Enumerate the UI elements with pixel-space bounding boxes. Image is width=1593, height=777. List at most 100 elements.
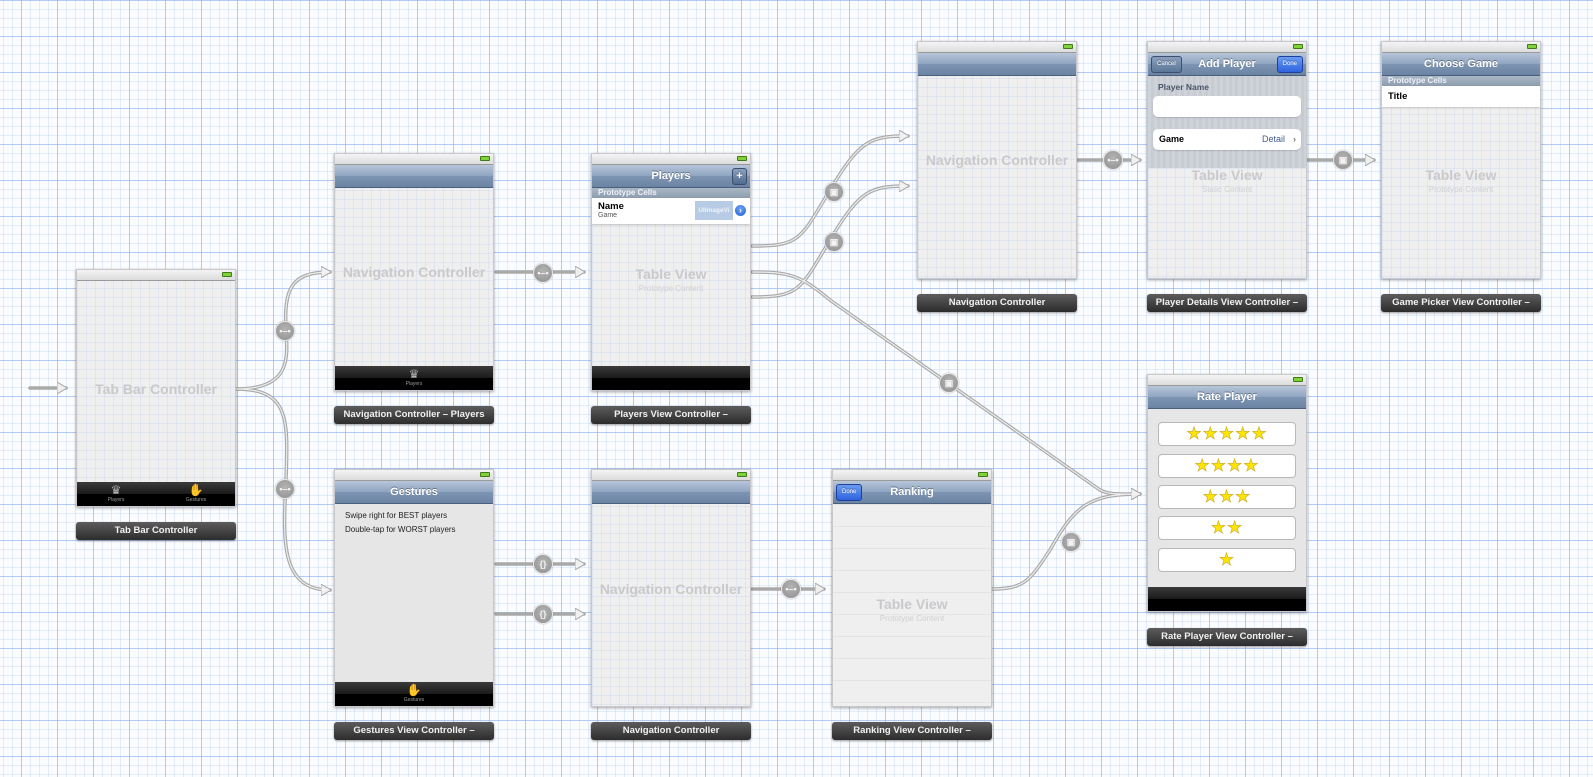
done-button[interactable]: Done	[836, 484, 863, 501]
scene-game-picker-view-controller[interactable]: Choose Game Prototype Cells Title Table …	[1381, 41, 1541, 279]
navigation-bar: Players +	[592, 165, 750, 188]
table-view-title: Table View	[1425, 167, 1497, 183]
navigation-bar: Gestures	[335, 481, 493, 504]
navigation-bar	[918, 53, 1076, 76]
scene-label-player-details-view-controller[interactable]: Player Details View Controller –	[1147, 294, 1307, 312]
cell-title: Name	[598, 201, 624, 212]
scene-players-view-controller[interactable]: Players + Prototype Cells Name Game UIIm…	[591, 153, 751, 391]
nav-title: Choose Game	[1424, 58, 1498, 70]
scene-gestures-view-controller[interactable]: Gestures Swipe right for BEST players Do…	[334, 469, 494, 707]
status-bar	[918, 42, 1076, 53]
navigation-bar: Cancel Add Player Done	[1148, 53, 1306, 76]
battery-icon	[737, 156, 747, 161]
scene-label-ranking-view-controller[interactable]: Ranking View Controller –	[832, 722, 992, 740]
battery-icon	[1527, 44, 1537, 49]
status-bar	[592, 470, 750, 481]
cell-subtitle: Game	[598, 212, 618, 219]
status-bar	[335, 154, 493, 165]
navigation-bar	[592, 481, 750, 504]
rating-button-5-stars[interactable]: ★★★★★	[1158, 422, 1296, 446]
tab-bar	[1148, 587, 1306, 611]
cell-title: Title	[1388, 91, 1408, 102]
scene-label-tab-bar-controller[interactable]: Tab Bar Controller	[76, 522, 236, 540]
instruction-label: Double-tap for WORST players	[345, 525, 456, 534]
battery-icon	[737, 472, 747, 477]
scene-rate-player-view-controller[interactable]: Rate Player ★★★★★ ★★★★ ★★★ ★★ ★	[1147, 374, 1307, 612]
rating-button-2-stars[interactable]: ★★	[1158, 516, 1296, 540]
scene-label-players-view-controller[interactable]: Players View Controller –	[591, 406, 751, 424]
cell-title: Game	[1159, 134, 1185, 144]
storyboard-canvas[interactable]: •–• •–• •–• ▣ ▣ ▣ •–• ▣ {} {} •–• ▣ Tab …	[0, 0, 1593, 777]
nav-title: Gestures	[390, 486, 438, 498]
scene-label-game-picker-view-controller[interactable]: Game Picker View Controller –	[1381, 294, 1541, 312]
rating-button-1-star[interactable]: ★	[1158, 548, 1296, 572]
scene-label-gestures-view-controller[interactable]: Gestures View Controller –	[334, 722, 494, 740]
prototype-cell[interactable]: Name Game UIImageVi ›	[592, 198, 750, 224]
modal-segue-icon[interactable]: ▣	[824, 182, 844, 202]
status-bar	[592, 154, 750, 165]
scene-tab-bar-controller[interactable]: Tab Bar Controller ♛ Players ✋ Gestures	[76, 269, 236, 507]
rating-button-4-stars[interactable]: ★★★★	[1158, 454, 1296, 478]
battery-icon	[1063, 44, 1073, 49]
tab-label: Players	[107, 497, 125, 503]
scene-label-navigation-controller-add[interactable]: Navigation Controller	[917, 294, 1077, 312]
rating-button-3-stars[interactable]: ★★★	[1158, 485, 1296, 509]
scene-ranking-view-controller[interactable]: Done Ranking Table View Prototype Conten…	[832, 469, 992, 707]
scene-label-navigation-controller-players[interactable]: Navigation Controller – Players	[334, 406, 494, 424]
game-cell[interactable]: Game Detail ›	[1153, 129, 1301, 150]
battery-icon	[222, 272, 232, 277]
scene-player-details-view-controller[interactable]: Cancel Add Player Done Player Name Game …	[1147, 41, 1307, 279]
nav-title: Rate Player	[1197, 391, 1257, 403]
modal-segue-icon[interactable]: ▣	[939, 373, 959, 393]
custom-segue-icon[interactable]: {}	[533, 554, 553, 574]
nav-title: Add Player	[1198, 58, 1256, 70]
tab-label: Players	[405, 381, 423, 387]
scene-placeholder-title: Navigation Controller	[925, 152, 1069, 168]
done-button[interactable]: Done	[1276, 56, 1303, 73]
navigation-bar: Done Ranking	[833, 481, 991, 504]
status-bar	[335, 470, 493, 481]
relationship-segue-icon[interactable]: •–•	[533, 263, 553, 283]
player-name-field[interactable]	[1153, 96, 1301, 117]
relationship-segue-icon[interactable]: •–•	[1103, 150, 1123, 170]
hand-icon: ✋	[188, 483, 204, 497]
add-button[interactable]: +	[732, 168, 747, 185]
table-view-subtitle: Prototype Content	[1428, 185, 1494, 194]
push-segue-icon[interactable]: ▣	[1333, 150, 1353, 170]
prototype-cell[interactable]: Title	[1382, 86, 1540, 107]
scene-placeholder-title: Tab Bar Controller	[95, 381, 217, 397]
detail-disclosure-icon[interactable]: ›	[735, 205, 746, 216]
scene-label-rate-player-view-controller[interactable]: Rate Player View Controller –	[1147, 628, 1307, 646]
scene-navigation-controller-ranking[interactable]: Navigation Controller	[591, 469, 751, 707]
relationship-segue-icon[interactable]: •–•	[781, 579, 801, 599]
navigation-bar: Choose Game	[1382, 53, 1540, 76]
crown-icon: ♛	[110, 483, 122, 497]
tab-bar: ♛ Players	[335, 366, 493, 390]
tab-bar: ♛ Players ✋ Gestures	[77, 482, 235, 506]
scene-navigation-controller-players[interactable]: Navigation Controller ♛ Players	[334, 153, 494, 391]
section-header: Prototype Cells	[592, 188, 750, 198]
table-view-title: Table View	[635, 266, 707, 282]
table-view-title: Table View	[1191, 167, 1263, 183]
modal-segue-icon[interactable]: ▣	[1061, 532, 1081, 552]
crown-icon: ♛	[408, 367, 420, 381]
battery-icon	[480, 472, 490, 477]
scene-navigation-controller-add[interactable]: Navigation Controller	[917, 41, 1077, 279]
status-bar	[1382, 42, 1540, 53]
modal-segue-icon[interactable]: ▣	[824, 232, 844, 252]
cancel-button[interactable]: Cancel	[1151, 56, 1182, 73]
status-bar	[77, 270, 235, 281]
custom-segue-icon[interactable]: {}	[533, 604, 553, 624]
tab-gestures[interactable]: ✋ Gestures	[389, 684, 439, 704]
cell-detail: Detail	[1261, 134, 1285, 144]
section-header: Prototype Cells	[1382, 76, 1540, 86]
tab-players[interactable]: ♛ Players	[389, 367, 439, 388]
relationship-segue-icon[interactable]: •–•	[275, 479, 295, 499]
relationship-segue-icon[interactable]: •–•	[275, 321, 295, 341]
tab-players[interactable]: ♛ Players	[91, 483, 141, 504]
nav-title: Ranking	[890, 486, 934, 498]
segue-lines	[28, 0, 1376, 777]
tab-gestures[interactable]: ✋ Gestures	[171, 483, 221, 504]
scene-placeholder-title: Navigation Controller	[599, 581, 743, 597]
scene-label-navigation-controller-ranking[interactable]: Navigation Controller	[591, 722, 751, 740]
